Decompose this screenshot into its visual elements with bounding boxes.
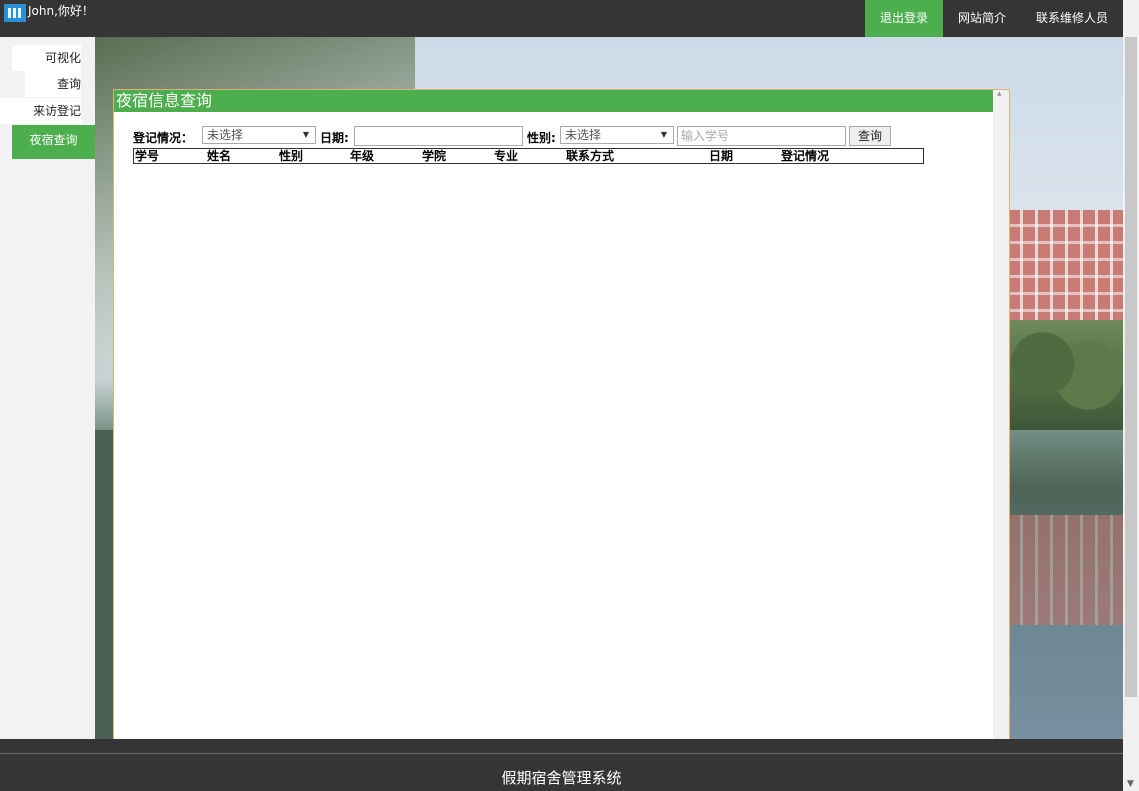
dropdown-arrow-icon: ▼ [660, 130, 667, 139]
column-header: 登记情况 [781, 149, 830, 163]
user-greeting: John,你好！ [28, 4, 94, 18]
top-bar: John,你好！ 退出登录 网站简介 联系维修人员 [0, 0, 1123, 37]
footer-divider [0, 753, 1123, 754]
search-button[interactable]: 查询 [849, 126, 891, 146]
sidebar-item-overnight-query[interactable]: 夜宿查询 [12, 125, 95, 159]
status-label: 登记情况： [133, 131, 194, 145]
sidebar-item-visitor-registration[interactable]: 来访登记 [0, 98, 81, 124]
column-header: 性别 [279, 149, 304, 163]
lake-left [95, 430, 115, 740]
building-icon [4, 4, 26, 22]
window-scrollbar[interactable]: ▼ [1123, 0, 1139, 791]
main-panel: 夜宿信息查询 登记情况： 未选择 ▼ 日期: 性别: 未选择 ▼ 输入学号 查询… [113, 89, 1010, 740]
gender-select-value: 未选择 [565, 128, 602, 142]
scroll-down-arrow-icon[interactable]: ▼ [1127, 779, 1134, 789]
column-header: 联系方式 [566, 149, 615, 163]
filter-bar: 登记情况： 未选择 ▼ 日期: 性别: 未选择 ▼ 输入学号 查询 [133, 126, 913, 148]
date-label: 日期: [320, 131, 349, 145]
footer-title: 假期宿舍管理系统 [501, 769, 622, 787]
trees-right [1008, 320, 1123, 430]
building-reflection [1008, 515, 1123, 625]
scrollbar-thumb[interactable] [1125, 37, 1137, 697]
status-select[interactable]: 未选择 ▼ [202, 126, 316, 144]
column-header: 年级 [350, 149, 375, 163]
panel-title: 夜宿信息查询 [114, 90, 994, 112]
logout-link[interactable]: 退出登录 [864, 0, 943, 37]
column-header: 姓名 [207, 149, 232, 163]
student-id-input[interactable]: 输入学号 [677, 126, 846, 146]
column-header: 日期 [709, 149, 734, 163]
sidebar-item-visualization[interactable]: 可视化 [12, 45, 81, 71]
results-table-header: 学号 姓名 性别 年级 学院 专业 联系方式 日期 登记情况 [133, 148, 924, 164]
column-header: 学院 [422, 149, 447, 163]
panel-scrollbar[interactable] [993, 89, 1009, 740]
top-nav: 退出登录 网站简介 联系维修人员 [864, 0, 1123, 37]
footer: 假期宿舍管理系统 [0, 739, 1123, 791]
gender-select[interactable]: 未选择 ▼ [560, 126, 674, 144]
site-intro-link[interactable]: 网站简介 [943, 0, 1021, 37]
sidebar: 可视化 查询 来访登记 夜宿查询 [0, 37, 95, 739]
date-input[interactable] [354, 126, 523, 146]
column-header: 学号 [135, 149, 160, 163]
sidebar-item-query[interactable]: 查询 [25, 71, 81, 97]
contact-maintenance-link[interactable]: 联系维修人员 [1021, 0, 1123, 37]
status-select-value: 未选择 [207, 128, 244, 142]
column-header: 专业 [494, 149, 519, 163]
dropdown-arrow-icon: ▼ [302, 130, 309, 139]
gender-label: 性别: [527, 131, 556, 145]
